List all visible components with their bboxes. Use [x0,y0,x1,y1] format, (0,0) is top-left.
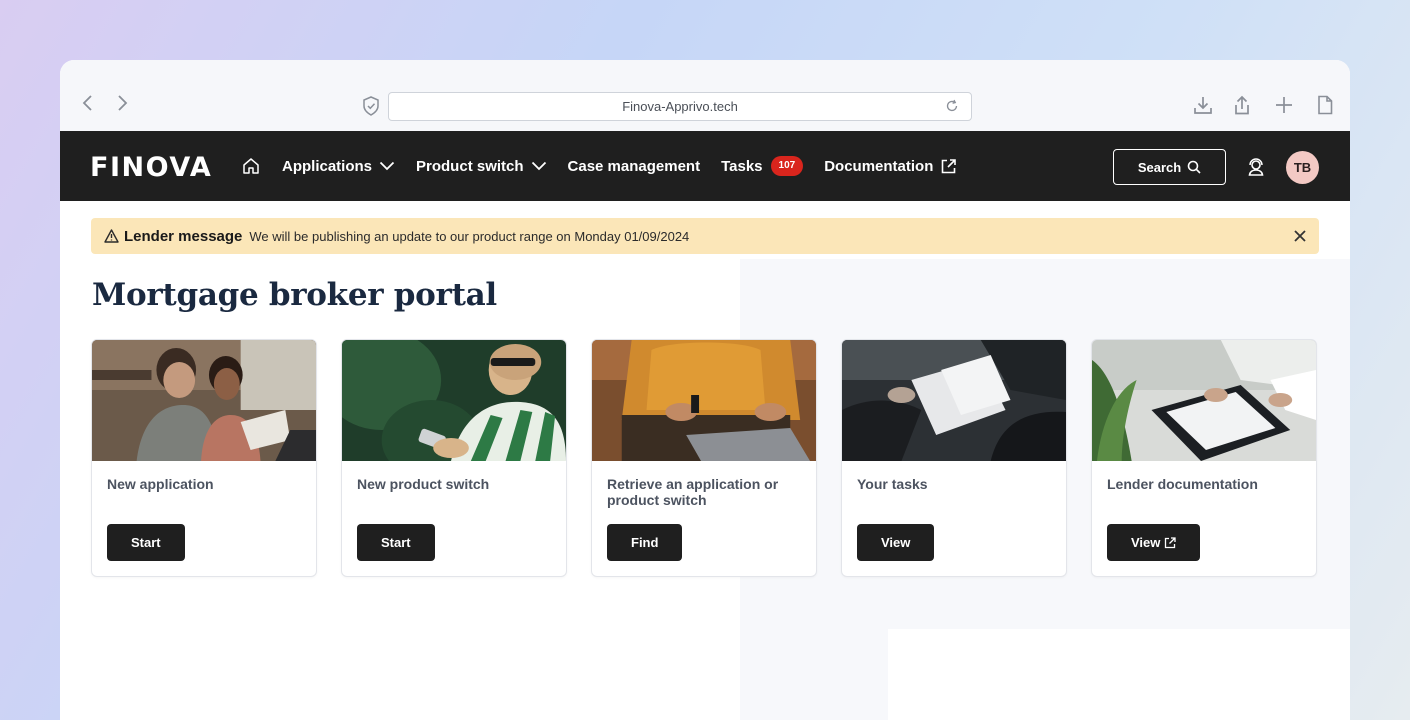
nav-tasks-label: Tasks [721,157,763,175]
support-agent-icon[interactable] [1246,157,1266,177]
banner-label: Lender message [124,227,243,245]
download-icon[interactable] [1192,94,1214,116]
nav-case-management-label: Case management [567,157,701,175]
card-title: New application [107,476,214,492]
url-text: Finova-Apprivo.tech [622,99,738,114]
nav-tasks[interactable]: Tasks 107 [721,156,804,176]
button-label: View [881,535,911,550]
signing-documents-photo [1092,340,1316,461]
address-bar[interactable]: Finova-Apprivo.tech [388,92,972,121]
nav-applications[interactable]: Applications [282,158,395,175]
nav-applications-label: Applications [282,157,373,175]
start-product-switch-button[interactable]: Start [357,524,435,561]
couple-with-laptop-photo [92,340,316,461]
view-tasks-button[interactable]: View [857,524,935,561]
nav-product-switch-label: Product switch [416,157,524,175]
button-label: Start [381,535,411,550]
forward-icon[interactable] [112,93,132,113]
card-title: Your tasks [857,476,928,492]
reload-icon[interactable] [945,99,959,113]
search-button-label: Search [1137,159,1182,175]
person-typing-laptop-photo [592,340,816,461]
chevron-down-icon [379,161,395,171]
documents-at-desk-photo [842,340,1066,461]
button-label: Find [631,535,659,550]
nav-documentation[interactable]: Documentation [824,158,957,175]
new-tab-icon[interactable] [1273,94,1295,116]
card-retrieve-application: Retrieve an application or product switc… [591,339,817,577]
card-new-application: New application Start [91,339,317,577]
card-title: Lender documentation [1107,476,1258,492]
nav-product-switch[interactable]: Product switch [416,158,547,175]
find-button[interactable]: Find [607,524,683,561]
page-title: Mortgage broker portal [92,277,497,313]
main-nav: Applications Product switch Case managem… [242,131,978,201]
main-content: Lender message We will be publishing an … [60,201,1350,720]
card-grid: New application Start New product switch… [91,339,1341,577]
browser-toolbar: Finova-Apprivo.tech [60,60,1350,131]
avatar[interactable]: TB [1286,151,1319,184]
view-documentation-button[interactable]: View [1107,524,1201,561]
lender-message-banner: Lender message We will be publishing an … [91,218,1319,254]
card-your-tasks: Your tasks View [841,339,1067,577]
finova-logo[interactable]: FINOVA [90,152,212,183]
browser-window: Finova-Apprivo.tech FINOVA Applications … [60,60,1350,720]
app-header: FINOVA Applications Product switch Case … [60,131,1350,201]
banner-text: We will be publishing an update to our p… [249,228,690,244]
nav-case-management[interactable]: Case management [568,158,701,175]
shield-icon [363,96,379,116]
tasks-count-badge: 107 [770,156,804,176]
card-new-product-switch: New product switch Start [341,339,567,577]
background-panel [740,629,888,720]
nav-documentation-label: Documentation [824,157,934,175]
share-icon[interactable] [1231,94,1253,116]
tabs-icon[interactable] [1314,94,1336,116]
external-link-icon [1165,536,1177,548]
home-icon[interactable] [242,157,260,175]
button-label: Start [131,535,161,550]
woman-with-phone-photo [342,340,566,480]
close-icon[interactable] [1293,229,1307,243]
start-application-button[interactable]: Start [107,524,185,561]
button-label: View [1131,535,1161,550]
card-title: Retrieve an application or product switc… [607,476,779,508]
chevron-down-icon [531,161,546,171]
card-lender-documentation: Lender documentation View [1091,339,1317,577]
back-icon[interactable] [78,93,98,113]
external-link-icon [942,158,957,173]
warning-icon [104,229,119,243]
card-title: New product switch [357,476,490,492]
search-icon [1187,160,1201,174]
search-button[interactable]: Search [1113,149,1226,185]
